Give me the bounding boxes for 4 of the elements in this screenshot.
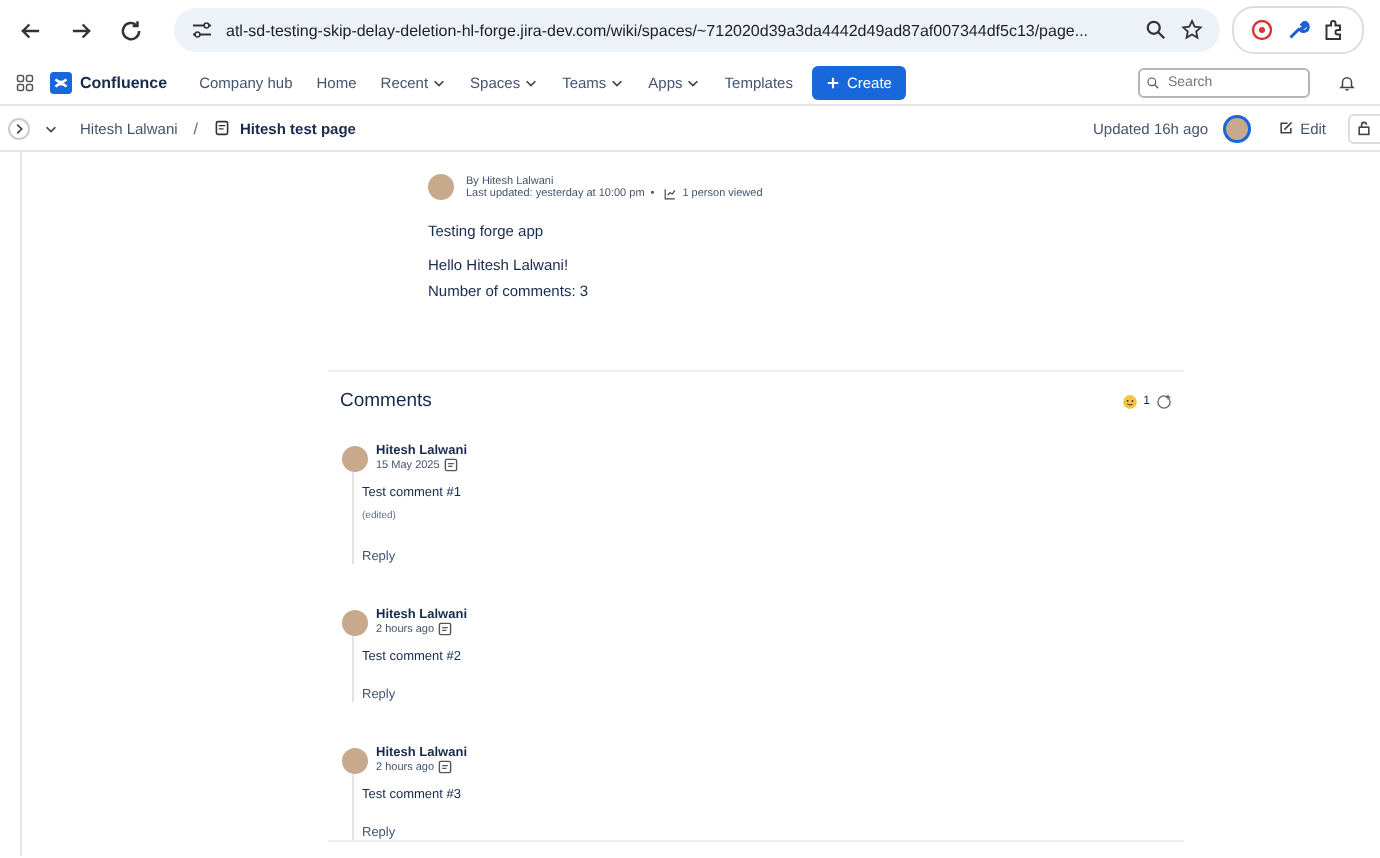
address-bar[interactable]: atl-sd-testing-skip-delay-deletion-hl-forge.jira-dev.com/wiki/spaces/~712020d39a3da4442d49ad87af007344df5c13/page... <box>174 8 1220 52</box>
product-name[interactable]: Confluence <box>80 73 168 91</box>
breadcrumb-separator: / <box>193 119 199 137</box>
comments-heading: Comments <box>340 390 432 412</box>
